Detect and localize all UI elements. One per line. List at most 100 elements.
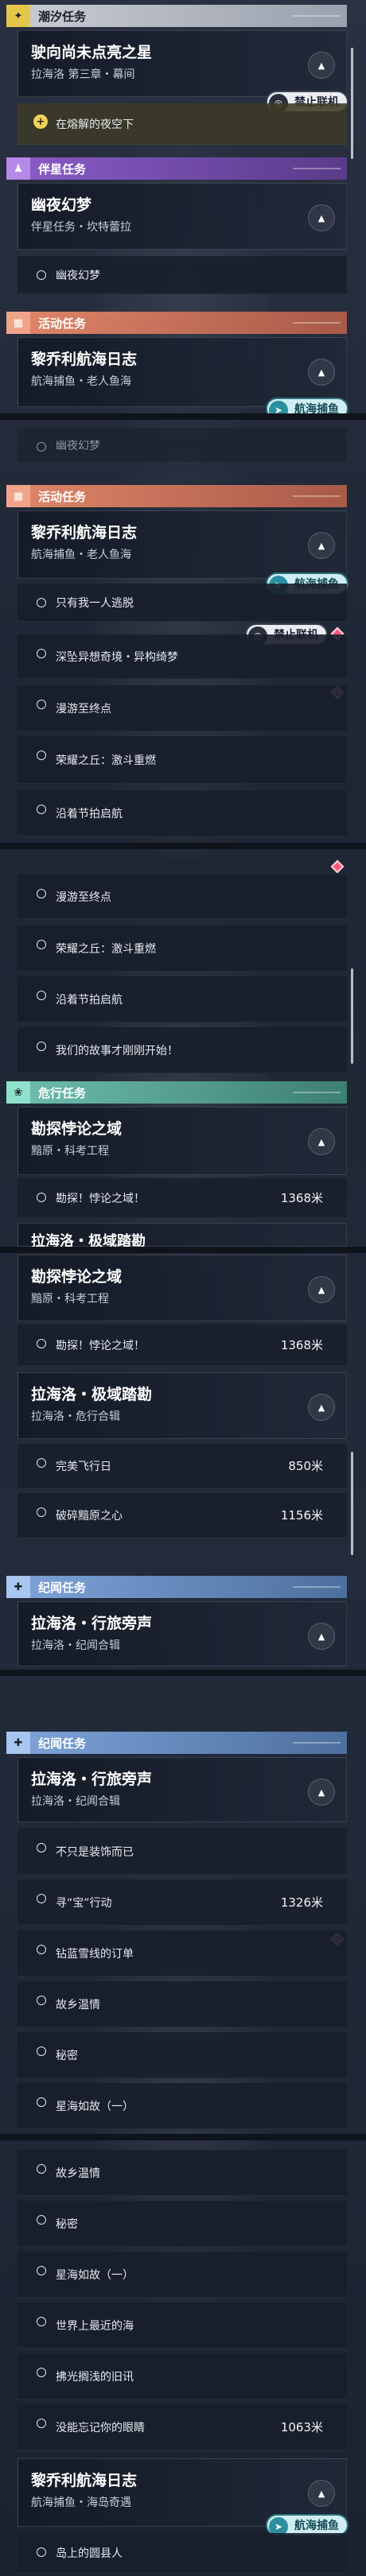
- objective-item[interactable]: 勘探！悖论之域！ 1368米: [18, 1178, 347, 1218]
- objective-item[interactable]: 钻蓝雪线的订单: [18, 1930, 347, 1977]
- category-tide[interactable]: ✦ 潮汐任务: [6, 5, 347, 27]
- quest-card-extreme[interactable]: 拉海洛・极域踏勘: [18, 1223, 347, 1247]
- quest-title: 黎乔利航海日志: [31, 2472, 138, 2489]
- objective-label: 深坠异想奇境・异构绮梦: [56, 650, 178, 664]
- flower-icon: ❀: [6, 1081, 30, 1104]
- quest-card-explore[interactable]: 勘探悖论之域 黯原・科考工程 ▲: [18, 1255, 347, 1321]
- objective-label: 沿着节拍启航: [56, 993, 123, 1007]
- objective-item[interactable]: 漫游至终点: [18, 875, 347, 919]
- header-stripe: [293, 322, 341, 324]
- badge-label: 航海捕鱼: [294, 403, 339, 413]
- objective-label: 没能忘记你的眼睛: [56, 2421, 145, 2434]
- quest-card-travel[interactable]: 拉海洛・行旅旁声 拉海洛・纪闻合辑 ▲: [18, 1757, 347, 1822]
- category-label: 潮汐任务: [38, 9, 87, 24]
- category-label: 纪闻任务: [38, 1580, 87, 1595]
- objective-item[interactable]: 沿着节拍启航: [18, 976, 347, 1022]
- header-stripe: [293, 15, 341, 17]
- objective-item[interactable]: 幽夜幻梦: [18, 428, 347, 463]
- category-label: 活动任务: [38, 316, 87, 331]
- objective-item[interactable]: 世界上最近的海: [18, 2302, 347, 2349]
- distance-label: 1326米: [280, 1895, 323, 1910]
- chevron-up-icon[interactable]: ▲: [308, 204, 335, 231]
- objective-item[interactable]: 寻“宝”行动 1326米: [18, 1880, 347, 1926]
- objective-label: 荣耀之丘：激斗重燃: [56, 754, 156, 767]
- quest-title: 黎乔利航海日志: [31, 524, 138, 541]
- sparkle-icon: ✦: [6, 5, 30, 27]
- objective-item[interactable]: 星海如故（一）: [18, 2252, 347, 2298]
- screen-5: ✚ 纪闻任务 拉海洛・行旅旁声 拉海洛・纪闻合辑 ▲ 不只是装饰而已 寻“宝”行…: [0, 1676, 366, 2134]
- objective-item[interactable]: 故乡温情: [18, 2150, 347, 2196]
- screen-3: 漫游至终点 荣耀之丘：激斗重燃 沿着节拍启航 我们的故事才刚刚开始！ ❀ 危行任…: [0, 849, 366, 1247]
- objective-label: 故乡温情: [56, 2167, 100, 2180]
- objective-item[interactable]: 沿着节拍启航: [18, 790, 347, 836]
- objective-label: 秘密: [56, 2217, 78, 2231]
- chevron-up-icon[interactable]: ▲: [308, 532, 335, 559]
- objective-item[interactable]: 漫游至终点: [18, 685, 347, 731]
- objective-item[interactable]: 秘密: [18, 2201, 347, 2247]
- category-journal[interactable]: ✚ 纪闻任务: [6, 1576, 347, 1598]
- quest-card-explore[interactable]: 勘探悖论之域 黯原・科考工程 ▲: [18, 1107, 347, 1175]
- chevron-up-icon[interactable]: ▲: [308, 2480, 335, 2507]
- objective-item[interactable]: 完美飞行日 850米: [18, 1444, 347, 1488]
- quest-card-log[interactable]: 黎乔利航海日志 航海捕鱼・老人鱼海 ▲: [18, 337, 347, 407]
- calendar-icon: ▦: [6, 312, 30, 334]
- objective-item[interactable]: 勘探！悖论之域！ 1368米: [18, 1325, 347, 1366]
- quest-subtitle: 黯原・科考工程: [31, 1293, 109, 1305]
- objective-label: 幽夜幻梦: [56, 269, 100, 282]
- quest-subtitle: 拉海洛 第三章・幕间: [31, 68, 135, 81]
- category-event[interactable]: ▦ 活动任务: [6, 312, 347, 334]
- quest-subtitle: 伴星任务・坎特蕾拉: [31, 221, 131, 234]
- objective-item[interactable]: 星海如故（一）: [18, 2083, 347, 2129]
- objective-item[interactable]: 我们的故事才刚刚开始！: [18, 1027, 347, 1073]
- header-stripe: [293, 1742, 341, 1744]
- objective-tracked[interactable]: + 在熔解的夜空下: [18, 103, 347, 145]
- quest-card-extreme[interactable]: 拉海洛・极域踏勘 拉海洛・危行合辑 ▲: [18, 1372, 347, 1439]
- objective-label: 沿着节拍启航: [56, 807, 123, 821]
- category-event[interactable]: ▦ 活动任务: [6, 485, 347, 507]
- chevron-up-icon[interactable]: ▲: [308, 52, 335, 79]
- category-companion[interactable]: ♟ 伴星任务: [6, 157, 347, 180]
- objective-item[interactable]: 荣耀之丘：激斗重燃: [18, 736, 347, 784]
- quest-title: 勘探悖论之域: [31, 1268, 123, 1286]
- objective-item[interactable]: 深坠异想奇境・异构绮梦: [18, 634, 347, 679]
- header-stripe: [293, 1586, 341, 1588]
- quest-title: 拉海洛・行旅旁声: [31, 1771, 153, 1788]
- quest-title: 拉海洛・行旅旁声: [31, 1615, 153, 1632]
- objective-item[interactable]: 故乡温情: [18, 1981, 347, 2027]
- objective-item[interactable]: 不只是装饰而已: [18, 1829, 347, 1875]
- objective-item[interactable]: 秘密: [18, 2032, 347, 2078]
- distance-label: 1063米: [280, 2420, 323, 2434]
- objective-item[interactable]: 没能忘记你的眼睛 1063米: [18, 2404, 347, 2450]
- objective-item[interactable]: 幽夜幻梦: [18, 256, 347, 294]
- chevron-up-icon[interactable]: ▲: [308, 359, 335, 386]
- objective-label: 荣耀之丘：激斗重燃: [56, 942, 156, 956]
- quest-card-star[interactable]: 驶向尚未点亮之星 拉海洛 第三章・幕间 ▲: [18, 30, 347, 97]
- scrollbar[interactable]: [351, 1452, 353, 1555]
- category-journal[interactable]: ✚ 纪闻任务: [6, 1732, 347, 1754]
- category-danger[interactable]: ❀ 危行任务: [6, 1081, 347, 1104]
- objective-item[interactable]: 岛上的圆县人: [18, 2533, 347, 2573]
- objective-item[interactable]: 拂光搁浅的旧讯: [18, 2353, 347, 2399]
- scrollbar[interactable]: [351, 968, 353, 1064]
- chevron-up-icon[interactable]: ▲: [308, 1623, 335, 1650]
- screen-divider: [0, 413, 366, 420]
- distance-label: 1368米: [280, 1191, 323, 1205]
- chevron-up-icon[interactable]: ▲: [308, 1779, 335, 1806]
- quest-card-travel[interactable]: 拉海洛・行旅旁声 拉海洛・纪闻合辑 ▲: [18, 1601, 347, 1666]
- objective-label: 故乡温情: [56, 1998, 100, 2012]
- fishing-badge: ➤ 航海捕鱼: [266, 398, 348, 413]
- objective-item[interactable]: 破碎黯原之心 1156米: [18, 1493, 347, 1538]
- objective-label: 只有我一人逃脱: [56, 596, 134, 610]
- quest-subtitle: 拉海洛・纪闻合辑: [31, 1795, 120, 1808]
- chevron-up-icon[interactable]: ▲: [308, 1276, 335, 1303]
- objective-item[interactable]: 只有我一人逃脱: [18, 584, 347, 622]
- quest-title: 拉海洛・极域踏勘: [31, 1386, 153, 1403]
- calendar-icon: ▦: [6, 485, 30, 507]
- scrollbar[interactable]: [351, 48, 353, 159]
- objective-item[interactable]: 荣耀之丘：激斗重燃: [18, 925, 347, 972]
- quest-title: 勘探悖论之域: [31, 1120, 123, 1138]
- quest-card-log[interactable]: 黎乔利航海日志 航海捕鱼・老人鱼海 ▲: [18, 510, 347, 579]
- chevron-up-icon[interactable]: ▲: [308, 1394, 335, 1421]
- chevron-up-icon[interactable]: ▲: [308, 1128, 335, 1155]
- quest-card-dream[interactable]: 幽夜幻梦 伴星任务・坎特蕾拉 ▲: [18, 183, 347, 250]
